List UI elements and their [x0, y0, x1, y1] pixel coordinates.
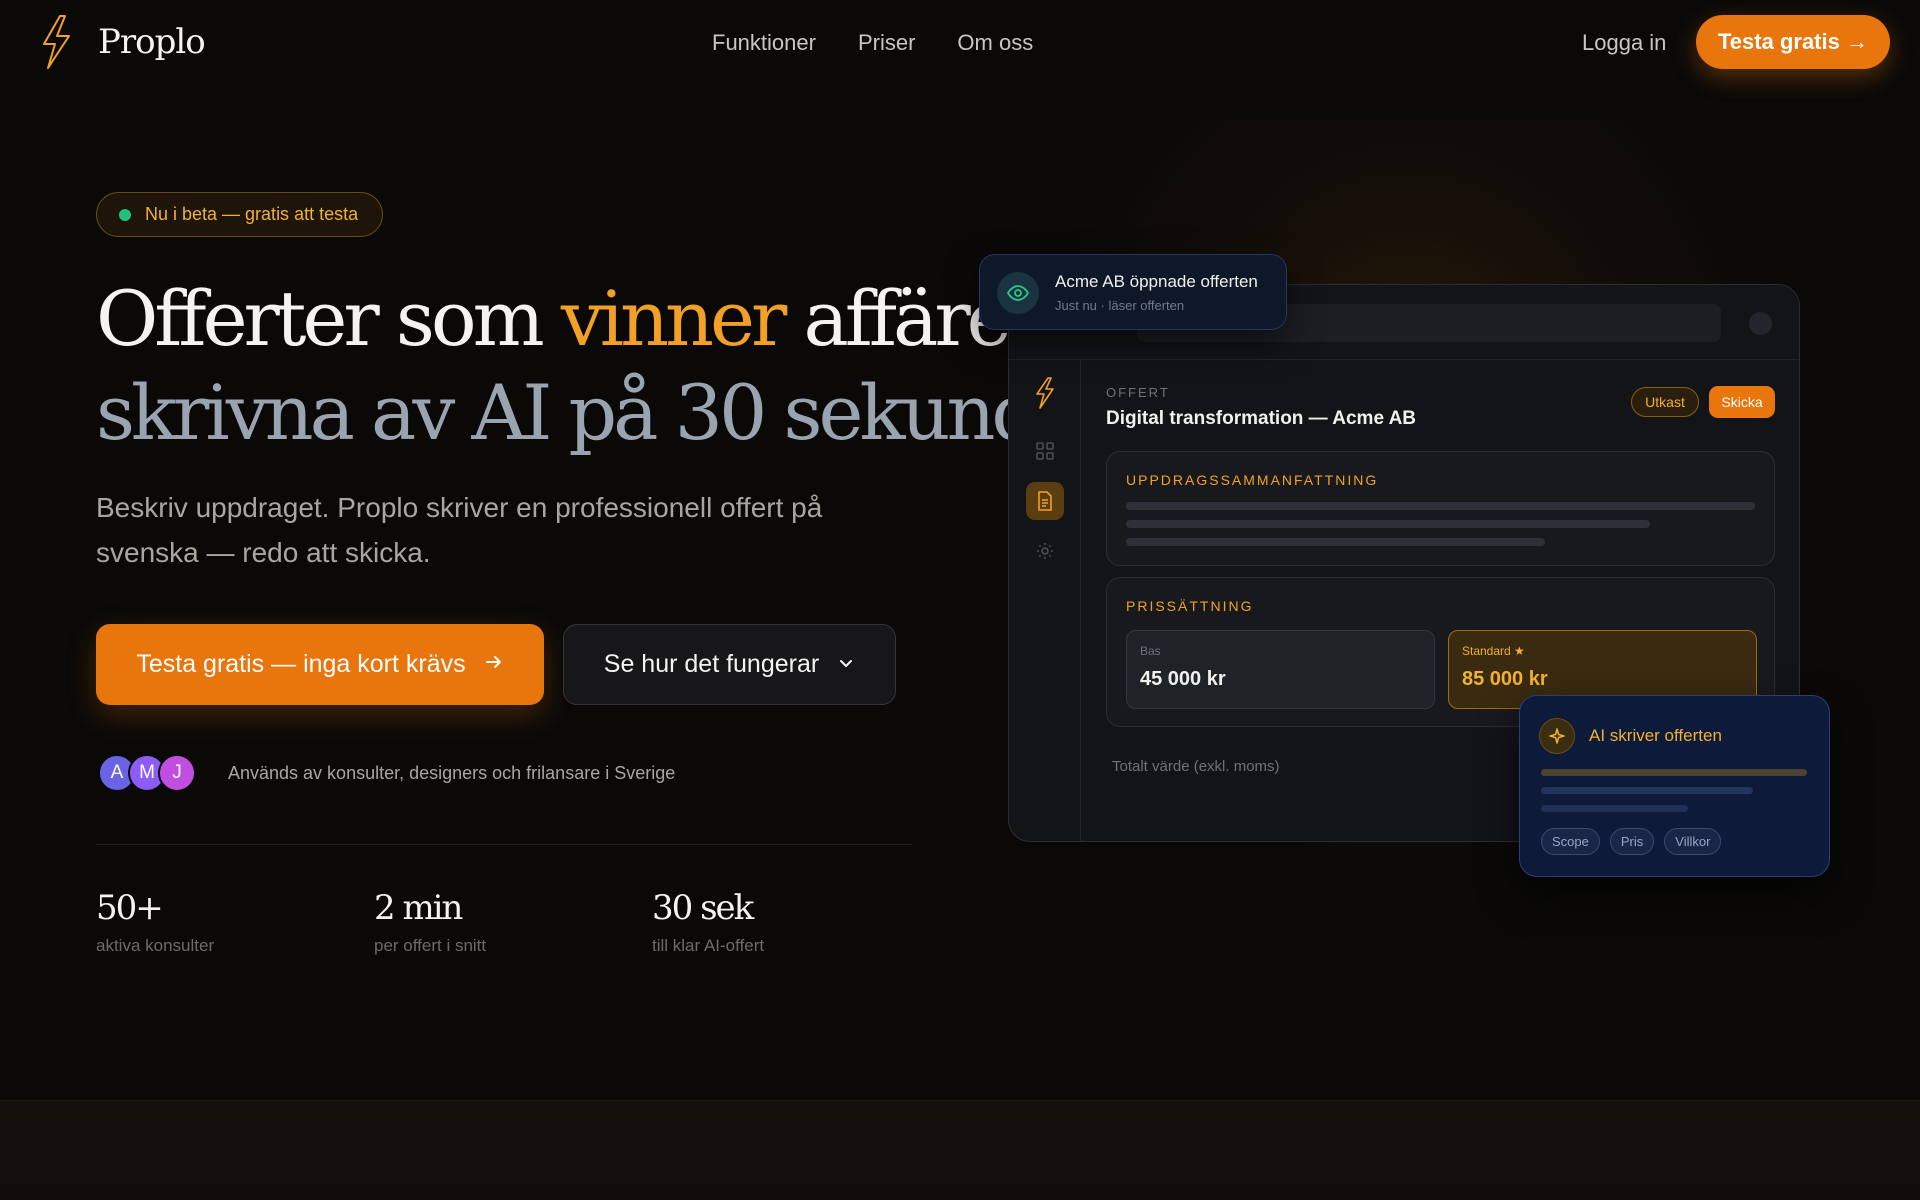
- nav-link-om-oss[interactable]: Om oss: [957, 30, 1033, 56]
- price-value: 45 000 kr: [1140, 668, 1226, 690]
- price-option-base: Bas 45 000 kr: [1126, 630, 1435, 709]
- price-label: Bas: [1140, 644, 1161, 658]
- ai-writing-card: AI skriver offerten Scope Pris Villkor: [1519, 695, 1830, 877]
- ai-tag-list: Scope Pris Villkor: [1541, 828, 1722, 855]
- ai-card-title: AI skriver offerten: [1589, 726, 1722, 745]
- stat-label: till klar AI-offert: [652, 936, 765, 955]
- avatar: J: [158, 754, 196, 792]
- stat-label: per offert i snitt: [374, 936, 487, 955]
- stats-divider: [96, 844, 912, 845]
- nav-link-priser[interactable]: Priser: [858, 30, 915, 56]
- hero-title: Offerter som vinner affärer — skrivna av…: [96, 272, 1136, 460]
- placeholder-line: [1541, 769, 1807, 776]
- placeholder-line: [1126, 538, 1545, 546]
- placeholder-line: [1541, 805, 1688, 812]
- ai-tag: Pris: [1609, 828, 1655, 855]
- stat-label: aktiva konsulter: [96, 936, 215, 955]
- brand-logo[interactable]: Proplo: [38, 14, 206, 70]
- stat-value: 30 sek: [652, 888, 754, 928]
- lightning-icon: [1026, 374, 1064, 412]
- placeholder-line: [1126, 502, 1755, 510]
- grid-icon: [1026, 432, 1064, 470]
- eye-icon: [997, 272, 1039, 314]
- placeholder-line: [1126, 520, 1650, 528]
- stat-consultants: 50+ aktiva konsulter: [96, 888, 214, 956]
- placeholder-line: [1541, 787, 1753, 794]
- main-menu: Funktioner Priser Om oss: [712, 30, 1033, 56]
- hero-title-accent: vinner: [560, 274, 787, 363]
- chevron-down-icon: [837, 650, 855, 679]
- stat-ai-time: 30 sek till klar AI-offert: [652, 888, 764, 956]
- opened-notification: Acme AB öppnade offerten Just nu · läser…: [979, 254, 1287, 330]
- hero-lead: Beskriv uppdraget. Proplo skriver en pro…: [96, 492, 823, 568]
- hero-title-part1: Offerter som: [96, 274, 561, 363]
- summary-heading: UPPDRAGSSAMMANFATTNING: [1126, 472, 1379, 488]
- social-proof-text: Används av konsulter, designers och fril…: [228, 762, 676, 783]
- nav-link-funktioner[interactable]: Funktioner: [712, 30, 816, 56]
- notification-title: Acme AB öppnade offerten: [1055, 272, 1258, 291]
- see-how-label: Se hur det fungerar: [603, 650, 820, 678]
- status-badge: Utkast: [1631, 387, 1699, 417]
- beta-badge-text: Nu i beta — gratis att testa: [145, 204, 359, 224]
- document-icon: [1026, 482, 1064, 520]
- price-value: 85 000 kr: [1462, 668, 1548, 690]
- pricing-heading: PRISSÄTTNING: [1126, 598, 1254, 614]
- summary-card: UPPDRAGSSAMMANFATTNING: [1106, 451, 1775, 566]
- mockup-send-button: Skicka: [1709, 386, 1775, 418]
- social-proof: A M J Används av konsulter, designers oc…: [98, 754, 675, 792]
- status-dot-icon: [119, 208, 131, 221]
- beta-badge: Nu i beta — gratis att testa: [96, 192, 384, 237]
- see-how-button[interactable]: Se hur det fungerar: [563, 624, 896, 705]
- top-nav: Proplo Funktioner Priser Om oss Logga in…: [0, 0, 1920, 84]
- try-free-hero-label: Testa gratis — inga kort krävs: [136, 650, 466, 678]
- stat-per-offer: 2 min per offert i snitt: [374, 888, 486, 956]
- login-link[interactable]: Logga in: [1582, 30, 1666, 56]
- stat-value: 50+: [96, 888, 164, 928]
- brand-name: Proplo: [98, 22, 206, 62]
- mockup-avatar: [1749, 312, 1772, 335]
- notification-subtitle: Just nu · läser offerten: [1055, 298, 1185, 313]
- gear-icon: [1026, 532, 1064, 570]
- offer-eyebrow: OFFERT: [1106, 385, 1170, 400]
- price-label: Standard ★: [1462, 644, 1525, 658]
- offer-title: Digital transformation — Acme AB: [1106, 408, 1417, 429]
- total-label: Totalt värde (exkl. moms): [1112, 758, 1280, 775]
- next-section-band: [0, 1100, 1920, 1200]
- stat-value: 2 min: [374, 888, 463, 928]
- arrow-right-icon: [484, 650, 504, 679]
- try-free-nav-button[interactable]: Testa gratis →: [1696, 15, 1890, 69]
- mockup-sidebar: [1009, 360, 1081, 841]
- ai-tag: Scope: [1541, 828, 1600, 855]
- hero-title-line2: skrivna av AI på 30 sekunder: [96, 368, 1113, 457]
- sparkle-icon: [1539, 718, 1575, 754]
- ai-tag: Villkor: [1664, 828, 1722, 855]
- try-free-hero-button[interactable]: Testa gratis — inga kort krävs: [96, 624, 544, 705]
- lightning-logo-icon: [38, 14, 74, 70]
